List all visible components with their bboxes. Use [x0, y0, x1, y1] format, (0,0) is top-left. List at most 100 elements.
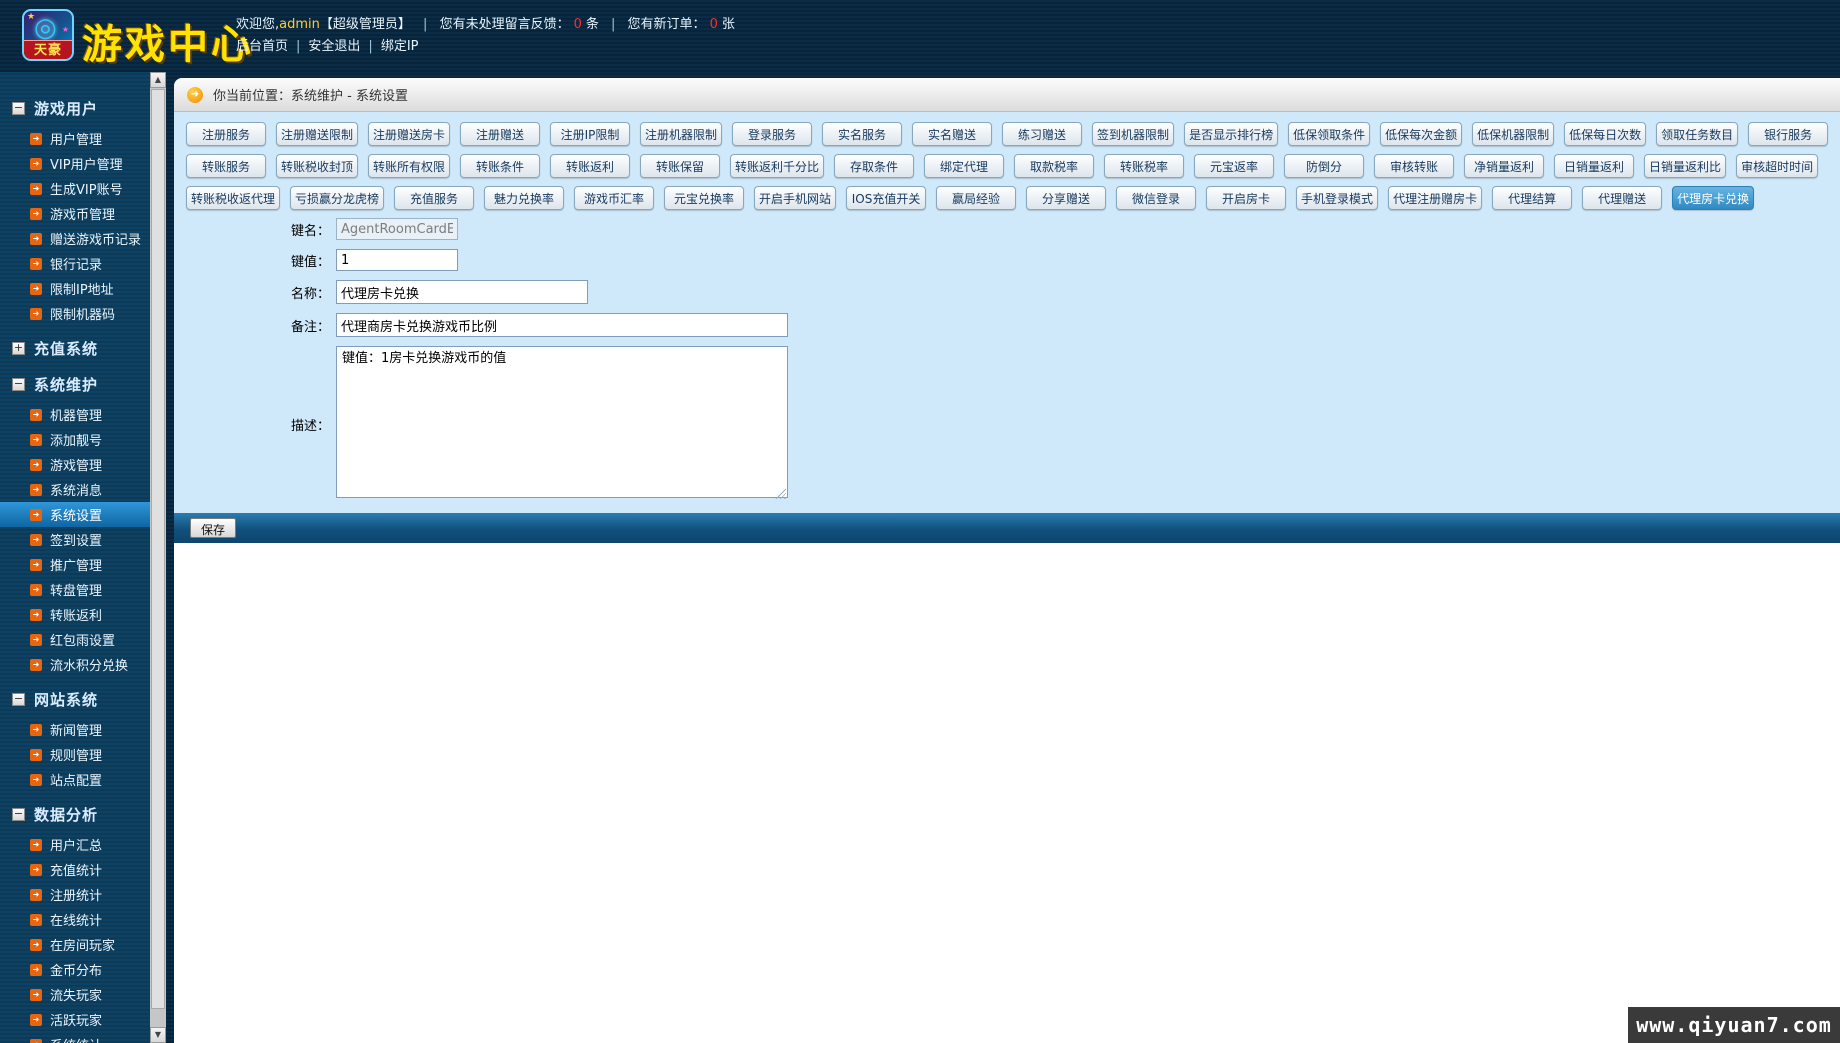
sidebar-item[interactable]: ➜用户管理 — [0, 126, 150, 151]
setting-tab-button[interactable]: 游戏币汇率 — [574, 186, 654, 210]
setting-tab-button[interactable]: 注册服务 — [186, 122, 266, 146]
expand-icon[interactable]: + — [12, 342, 25, 355]
setting-tab-button[interactable]: 手机登录模式 — [1296, 186, 1378, 210]
sidebar-item[interactable]: ➜VIP用户管理 — [0, 151, 150, 176]
setting-tab-button[interactable]: 日销量返利比 — [1644, 154, 1726, 178]
scroll-up-icon[interactable]: ▲ — [150, 72, 166, 88]
setting-tab-button[interactable]: 登录服务 — [732, 122, 812, 146]
sidebar-item[interactable]: ➜游戏币管理 — [0, 201, 150, 226]
setting-tab-button[interactable]: 注册赠送房卡 — [368, 122, 450, 146]
setting-tab-button[interactable]: 防倒分 — [1284, 154, 1364, 178]
collapse-icon[interactable]: − — [12, 378, 25, 391]
setting-tab-button[interactable]: 是否显示排行榜 — [1184, 122, 1278, 146]
setting-tab-button[interactable]: 代理赠送 — [1582, 186, 1662, 210]
setting-tab-button[interactable]: 日销量返利 — [1554, 154, 1634, 178]
setting-tab-button[interactable]: 开启房卡 — [1206, 186, 1286, 210]
sidebar-item[interactable]: ➜规则管理 — [0, 742, 150, 767]
key-field[interactable] — [336, 218, 458, 240]
setting-tab-button[interactable]: 转账条件 — [460, 154, 540, 178]
setting-tab-button[interactable]: 赢局经验 — [936, 186, 1016, 210]
setting-tab-button[interactable]: 练习赠送 — [1002, 122, 1082, 146]
remark-field[interactable] — [336, 313, 788, 337]
sidebar-item[interactable]: ➜流失玩家 — [0, 982, 150, 1007]
setting-tab-button[interactable]: 净销量返利 — [1464, 154, 1544, 178]
setting-tab-button[interactable]: 取款税率 — [1014, 154, 1094, 178]
sidebar-item[interactable]: ➜机器管理 — [0, 402, 150, 427]
setting-tab-button[interactable]: 注册赠送 — [460, 122, 540, 146]
sidebar-item[interactable]: ➜推广管理 — [0, 552, 150, 577]
setting-tab-button[interactable]: 开启手机网站 — [754, 186, 836, 210]
sidebar-item[interactable]: ➜银行记录 — [0, 251, 150, 276]
header-link-2[interactable]: 安全退出 — [308, 39, 360, 54]
setting-tab-button[interactable]: 注册机器限制 — [640, 122, 722, 146]
sidebar-item[interactable]: ➜充值统计 — [0, 857, 150, 882]
sidebar-item[interactable]: ➜赠送游戏币记录 — [0, 226, 150, 251]
setting-tab-button[interactable]: 转账税率 — [1104, 154, 1184, 178]
sidebar-item[interactable]: ➜生成VIP账号 — [0, 176, 150, 201]
name-field[interactable] — [336, 280, 588, 304]
header-link-1[interactable]: 后台首页 — [236, 39, 288, 54]
sidebar-item[interactable]: ➜流水积分兑换 — [0, 652, 150, 677]
header-link-3[interactable]: 绑定IP — [381, 39, 419, 54]
setting-tab-button[interactable]: 审核超时时间 — [1736, 154, 1818, 178]
setting-tab-button[interactable]: 低保领取条件 — [1288, 122, 1370, 146]
setting-tab-button[interactable]: 低保每日次数 — [1564, 122, 1646, 146]
setting-tab-button[interactable]: 元宝返率 — [1194, 154, 1274, 178]
setting-tab-button[interactable]: 低保机器限制 — [1472, 122, 1554, 146]
setting-tab-button[interactable]: 低保每次金额 — [1380, 122, 1462, 146]
scroll-down-icon[interactable]: ▼ — [150, 1027, 166, 1043]
sidebar-section-3[interactable]: −系统维护 — [0, 370, 150, 398]
setting-tab-button[interactable]: 元宝兑换率 — [664, 186, 744, 210]
setting-tab-button[interactable]: 转账保留 — [640, 154, 720, 178]
sidebar-item[interactable]: ➜游戏管理 — [0, 452, 150, 477]
sidebar-item[interactable]: ➜限制IP地址 — [0, 276, 150, 301]
setting-tab-button[interactable]: IOS充值开关 — [846, 186, 926, 210]
sidebar-item[interactable]: ➜签到设置 — [0, 527, 150, 552]
sidebar-item[interactable]: ➜在线统计 — [0, 907, 150, 932]
setting-tab-button[interactable]: 转账服务 — [186, 154, 266, 178]
value-field[interactable] — [336, 249, 458, 271]
setting-tab-button[interactable]: 转账所有权限 — [368, 154, 450, 178]
sidebar-item[interactable]: ➜限制机器码 — [0, 301, 150, 326]
setting-tab-button[interactable]: 绑定代理 — [924, 154, 1004, 178]
setting-tab-button[interactable]: 签到机器限制 — [1092, 122, 1174, 146]
sidebar-section-5[interactable]: −数据分析 — [0, 800, 150, 828]
sidebar-item[interactable]: ➜金币分布 — [0, 957, 150, 982]
setting-tab-button[interactable]: 代理结算 — [1492, 186, 1572, 210]
setting-tab-button[interactable]: 注册IP限制 — [550, 122, 630, 146]
setting-tab-button[interactable]: 转账返利千分比 — [730, 154, 824, 178]
sidebar-section-2[interactable]: +充值系统 — [0, 334, 150, 362]
setting-tab-button[interactable]: 魅力兑换率 — [484, 186, 564, 210]
sidebar-item[interactable]: ➜系统设置 — [0, 502, 150, 527]
setting-tab-button[interactable]: 转账返利 — [550, 154, 630, 178]
sidebar-item[interactable]: ➜红包雨设置 — [0, 627, 150, 652]
setting-tab-button[interactable]: 转账税收封顶 — [276, 154, 358, 178]
scrollbar-thumb[interactable] — [151, 89, 165, 1009]
sidebar-item[interactable]: ➜系统消息 — [0, 477, 150, 502]
save-button[interactable]: 保存 — [190, 518, 236, 538]
sidebar-item[interactable]: ➜添加靓号 — [0, 427, 150, 452]
collapse-icon[interactable]: − — [12, 808, 25, 821]
sidebar-scrollbar[interactable]: ▲ ▼ — [150, 72, 166, 1043]
collapse-icon[interactable]: − — [12, 102, 25, 115]
sidebar-section-1[interactable]: −游戏用户 — [0, 94, 150, 122]
sidebar-item[interactable]: ➜用户汇总 — [0, 832, 150, 857]
sidebar-item[interactable]: ➜注册统计 — [0, 882, 150, 907]
setting-tab-button[interactable]: 代理房卡兑换 — [1672, 186, 1754, 210]
sidebar-section-4[interactable]: −网站系统 — [0, 685, 150, 713]
setting-tab-button[interactable]: 领取任务数目 — [1656, 122, 1738, 146]
setting-tab-button[interactable]: 注册赠送限制 — [276, 122, 358, 146]
setting-tab-button[interactable]: 审核转账 — [1374, 154, 1454, 178]
sidebar-item[interactable]: ➜转盘管理 — [0, 577, 150, 602]
setting-tab-button[interactable]: 实名服务 — [822, 122, 902, 146]
desc-field[interactable] — [336, 346, 788, 498]
sidebar-item[interactable]: ➜在房间玩家 — [0, 932, 150, 957]
sidebar-item[interactable]: ➜转账返利 — [0, 602, 150, 627]
sidebar-item[interactable]: ➜站点配置 — [0, 767, 150, 792]
sidebar-item[interactable]: ➜活跃玩家 — [0, 1007, 150, 1032]
sidebar-item[interactable]: ➜系统统计 — [0, 1032, 150, 1043]
setting-tab-button[interactable]: 转账税收返代理 — [186, 186, 280, 210]
setting-tab-button[interactable]: 亏损赢分龙虎榜 — [290, 186, 384, 210]
setting-tab-button[interactable]: 充值服务 — [394, 186, 474, 210]
setting-tab-button[interactable]: 银行服务 — [1748, 122, 1828, 146]
